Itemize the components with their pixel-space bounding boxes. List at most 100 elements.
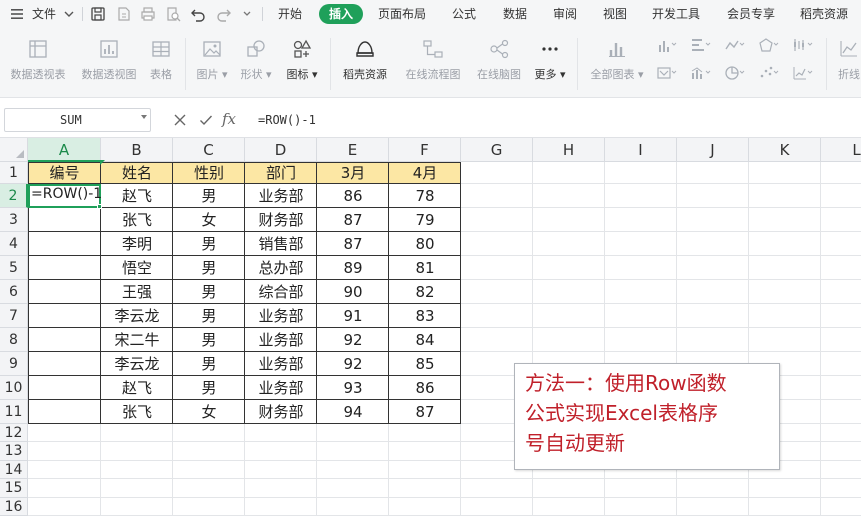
table-cell[interactable]: 张飞 [101,400,173,424]
table-cell[interactable]: 赵飞 [101,184,173,208]
table-cell[interactable]: 男 [173,352,245,376]
online-flowchart-button[interactable]: 在线流程图 [400,28,466,98]
column-header-f[interactable]: F [389,138,461,162]
table-cell[interactable]: 悟空 [101,256,173,280]
insert-function-icon[interactable]: fx [222,110,236,128]
table-header-cell[interactable]: 性别 [173,162,245,184]
row-header-13[interactable]: 13 [0,442,28,461]
table-cell[interactable]: 78 [389,184,461,208]
table-cell[interactable] [28,352,101,376]
table-cell[interactable] [28,256,101,280]
icons-button[interactable]: 图标 ▾ [282,28,322,98]
row-header-6[interactable]: 6 [0,280,28,304]
pivot-table-button[interactable]: 数据透视表 [6,28,70,98]
spreadsheet-grid[interactable]: ABCDEFGHIJKL 1 2 3 4 5 6 7 8 9 10 11 12 13 14 15 16 编号姓… [0,138,861,516]
table-cell[interactable]: 财务部 [245,400,317,424]
tab-docer-resources[interactable]: 稻壳资源 [800,0,848,28]
table-cell[interactable]: 86 [317,184,389,208]
bar-horizontal-chart-icon[interactable] [690,37,712,53]
table-cell[interactable]: 宋二牛 [101,328,173,352]
column-chart-icon[interactable] [656,37,678,53]
table-cell[interactable]: 85 [389,352,461,376]
table-cell[interactable]: 83 [389,304,461,328]
stock-chart-icon[interactable] [792,37,814,53]
column-header-i[interactable]: I [605,138,677,162]
print-preview-icon[interactable] [164,5,182,23]
table-cell[interactable]: 业务部 [245,184,317,208]
redo-icon[interactable] [215,5,233,23]
table-header-cell[interactable]: 编号 [28,162,101,184]
table-cell[interactable]: 86 [389,376,461,400]
row-header-12[interactable]: 12 [0,424,28,442]
table-cell[interactable]: 男 [173,280,245,304]
online-mindmap-button[interactable]: 在线脑图 [472,28,526,98]
table-cell[interactable]: 男 [173,304,245,328]
table-cell[interactable]: 李云龙 [101,304,173,328]
table-cell[interactable]: 90 [317,280,389,304]
column-header-b[interactable]: B [101,138,173,162]
tab-page-layout[interactable]: 页面布局 [378,0,426,28]
table-cell[interactable]: 92 [317,352,389,376]
column-header-g[interactable]: G [461,138,533,162]
row-header-5[interactable]: 5 [0,256,28,280]
column-header-d[interactable]: D [245,138,317,162]
table-cell[interactable]: 业务部 [245,376,317,400]
undo-icon[interactable] [189,5,207,23]
table-cell[interactable]: 李云龙 [101,352,173,376]
table-header-cell[interactable]: 姓名 [101,162,173,184]
table-cell[interactable]: 财务部 [245,208,317,232]
table-header-cell[interactable]: 4月 [389,162,461,184]
confirm-check-icon[interactable] [199,113,213,127]
pivot-chart-button[interactable]: 数据透视图 [77,28,141,98]
name-box[interactable]: SUM [4,108,151,132]
cancel-icon[interactable] [173,113,187,127]
tab-member[interactable]: 会员专享 [727,0,775,28]
all-charts-button[interactable]: 全部图表 ▾ [586,28,648,98]
table-button[interactable]: 表格 [145,28,177,98]
table-cell[interactable]: 业务部 [245,328,317,352]
table-cell[interactable]: 赵飞 [101,376,173,400]
more-options-icon[interactable] [238,5,256,23]
table-cell[interactable]: 87 [389,400,461,424]
table-cell[interactable]: 总办部 [245,256,317,280]
table-header-cell[interactable]: 部门 [245,162,317,184]
scatter-chart-icon[interactable] [758,65,780,81]
tab-home[interactable]: 开始 [278,0,302,28]
shapes-button[interactable]: 形状 ▾ [236,28,276,98]
table-cell[interactable] [28,400,101,424]
docer-resources-button[interactable]: 稻壳资源 [338,28,392,98]
table-cell[interactable]: 女 [173,208,245,232]
table-cell[interactable]: 84 [389,328,461,352]
pie-chart-icon[interactable] [724,65,746,81]
table-cell[interactable]: 91 [317,304,389,328]
table-cell[interactable]: 92 [317,328,389,352]
chevron-down-icon[interactable] [60,5,78,23]
print-icon[interactable] [139,5,157,23]
table-cell[interactable]: 89 [317,256,389,280]
picture-button[interactable]: 图片 ▾ [192,28,232,98]
table-cell[interactable]: 男 [173,328,245,352]
tab-formulas[interactable]: 公式 [452,0,476,28]
table-cell[interactable] [28,232,101,256]
table-cell[interactable]: 业务部 [245,304,317,328]
table-cell[interactable]: 男 [173,232,245,256]
table-cell[interactable]: 94 [317,400,389,424]
table-cell[interactable] [28,280,101,304]
annotation-textbox[interactable]: 方法一：使用Row函数 公式实现Excel表格序 号自动更新 [514,363,780,470]
row-header-4[interactable]: 4 [0,232,28,256]
save-icon[interactable] [89,5,107,23]
table-cell[interactable]: 女 [173,400,245,424]
table-cell[interactable]: 李明 [101,232,173,256]
table-cell[interactable]: 业务部 [245,352,317,376]
table-cell[interactable]: 男 [173,376,245,400]
table-cell[interactable] [28,208,101,232]
more-button[interactable]: 更多 ▾ [532,28,568,98]
column-header-e[interactable]: E [317,138,389,162]
menu-icon[interactable] [8,5,26,23]
row-header-11[interactable]: 11 [0,400,28,424]
table-cell[interactable] [28,304,101,328]
tab-review[interactable]: 审阅 [553,0,577,28]
table-cell[interactable]: 80 [389,232,461,256]
line-sparkline-button[interactable]: 折线 [832,28,861,98]
row-header-14[interactable]: 14 [0,461,28,479]
